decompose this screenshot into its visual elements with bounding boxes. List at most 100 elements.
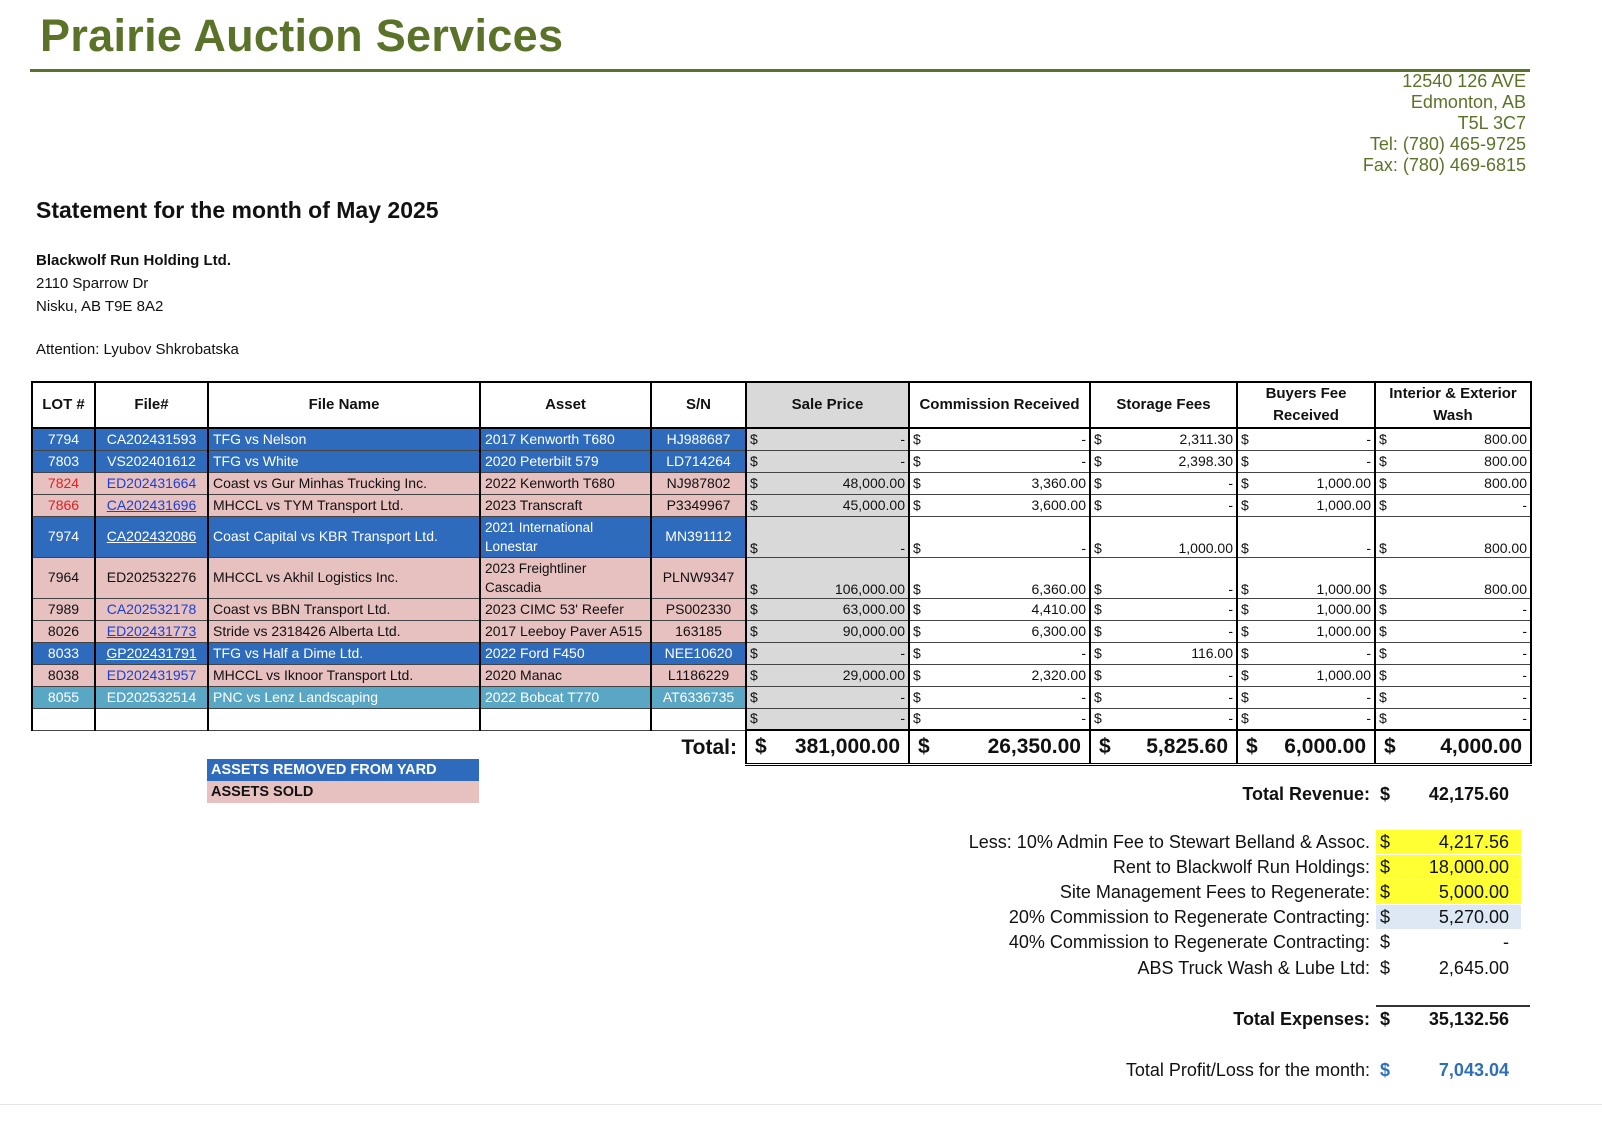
- expense-row: Rent to Blackwolf Run Holdings: $18,000.…: [900, 855, 1530, 879]
- total-expenses-amount: $35,132.56: [1376, 1007, 1521, 1031]
- currency-symbol: $: [913, 600, 921, 617]
- buyers-fee-cell: $1,000.00: [1236, 493, 1376, 517]
- profit-value: 7,043.04: [1438, 1060, 1509, 1080]
- currency-symbol: $: [1246, 735, 1258, 759]
- file-name-cell: MHCCL vs Iknoor Transport Ltd.: [207, 663, 481, 687]
- file-name-cell: TFG vs Half a Dime Ltd.: [207, 641, 481, 665]
- currency-symbol: $: [1379, 474, 1387, 491]
- wash-value: -: [1522, 666, 1527, 683]
- file-number-link[interactable]: CA202431696: [94, 493, 209, 517]
- storage-cell: $ -: [1089, 707, 1238, 731]
- expense-amount: $5,270.00: [1376, 905, 1521, 929]
- storage-value: 1,000.00: [1178, 539, 1234, 556]
- expense-row: Site Management Fees to Regenerate: $5,0…: [900, 880, 1530, 904]
- attention-line: Attention: Lyubov Shkrobatska: [36, 341, 239, 358]
- currency-symbol: $: [1241, 496, 1249, 513]
- lot-cell: 7824: [31, 471, 96, 495]
- wash-value: -: [1522, 644, 1527, 661]
- storage-cell: $ -: [1089, 663, 1238, 687]
- lot-cell: 7964: [31, 556, 96, 599]
- buyers-fee-cell: $ -: [1236, 641, 1376, 665]
- commission-value: 6,360.00: [1031, 580, 1087, 597]
- currency-symbol: $: [1379, 452, 1387, 469]
- expense-row: 40% Commission to Regenerate Contracting…: [900, 930, 1530, 954]
- file-number-link[interactable]: CA202432086: [94, 515, 209, 558]
- currency-symbol: $: [750, 580, 758, 597]
- commission-value: -: [1081, 539, 1086, 556]
- currency-symbol: $: [1241, 688, 1249, 705]
- table-row: 7803 VS202401612 TFG vs White 2020 Peter…: [31, 449, 1532, 473]
- buyers-fee-value: 1,000.00: [1316, 600, 1372, 617]
- legend-assets-removed: ASSETS REMOVED FROM YARD: [207, 759, 479, 781]
- commission-value: 6,300.00: [1031, 622, 1087, 639]
- total-revenue-value: 42,175.60: [1428, 784, 1509, 804]
- wash-cell: $800.00: [1374, 515, 1532, 558]
- file-name-cell: Stride vs 2318426 Alberta Ltd.: [207, 619, 481, 643]
- file-number-link[interactable]: ED202431773: [94, 619, 209, 643]
- wash-cell: $800.00: [1374, 471, 1532, 495]
- wash-value: -: [1522, 688, 1527, 705]
- file-name-cell: MHCCL vs Akhil Logistics Inc.: [207, 556, 481, 599]
- profit-amount: $7,043.04: [1376, 1058, 1521, 1082]
- buyers-fee-value: 1,000.00: [1316, 580, 1372, 597]
- file-number-cell: ED202431957: [94, 663, 209, 687]
- file-number-link[interactable]: GP202431791: [94, 641, 209, 665]
- asset-cell: [479, 707, 652, 731]
- client-street: 2110 Sparrow Dr: [36, 275, 149, 292]
- file-number-cell: ED202431664: [94, 471, 209, 495]
- buyers-fee-value: -: [1366, 452, 1371, 469]
- buyers-fee-cell: $ -: [1236, 707, 1376, 731]
- total-commission-value: 26,350.00: [987, 735, 1081, 759]
- table-row: 8038 ED202431957 MHCCL vs Iknoor Transpo…: [31, 663, 1532, 687]
- currency-symbol: $: [1380, 1009, 1391, 1029]
- file-name-cell: Coast vs BBN Transport Ltd.: [207, 597, 481, 621]
- buyers-fee-cell: $1,000.00: [1236, 597, 1376, 621]
- storage-value: -: [1228, 600, 1233, 617]
- sale-price-value: -: [900, 644, 905, 661]
- legend-assets-sold: ASSETS SOLD: [207, 781, 479, 803]
- asset-cell: 2017 Kenworth T680: [479, 427, 652, 451]
- currency-symbol: $: [913, 622, 921, 639]
- page-bottom-divider: [0, 1104, 1602, 1105]
- currency-symbol: $: [750, 644, 758, 661]
- serial-cell: P3349967: [650, 493, 747, 517]
- expense-label: ABS Truck Wash & Lube Ltd:: [1137, 958, 1370, 978]
- storage-cell: $ -: [1089, 685, 1238, 709]
- file-name-cell: PNC vs Lenz Landscaping: [207, 685, 481, 709]
- currency-symbol: $: [1379, 666, 1387, 683]
- file-name-cell: TFG vs White: [207, 449, 481, 473]
- wash-value: 800.00: [1484, 539, 1527, 556]
- commission-cell: $3,360.00: [908, 471, 1091, 495]
- currency-symbol: $: [750, 474, 758, 491]
- file-number-cell: ED202532276: [94, 556, 209, 599]
- buyers-fee-value: -: [1366, 644, 1371, 661]
- table-row: 7794 CA202431593 TFG vs Nelson 2017 Kenw…: [31, 427, 1532, 451]
- client-address-block: Blackwolf Run Holding Ltd. 2110 Sparrow …: [36, 249, 231, 318]
- expense-amount: $4,217.56: [1376, 830, 1521, 854]
- storage-cell: $ -: [1089, 493, 1238, 517]
- sale-price-cell: $106,000.00: [745, 556, 910, 599]
- asset-cell: 2021 International Lonestar: [479, 515, 652, 558]
- sale-price-value: 48,000.00: [842, 474, 905, 491]
- sale-price-cell: $45,000.00: [745, 493, 910, 517]
- currency-symbol: $: [1241, 666, 1249, 683]
- storage-cell: $ -: [1089, 597, 1238, 621]
- storage-value: -: [1228, 710, 1233, 727]
- commission-cell: $6,300.00: [908, 619, 1091, 643]
- commission-cell: $2,320.00: [908, 663, 1091, 687]
- table-header-row: LOT # File# File Name Asset S/N Sale Pri…: [31, 381, 1532, 429]
- buyers-fee-cell: $ -: [1236, 449, 1376, 473]
- buyers-fee-value: -: [1366, 688, 1371, 705]
- currency-symbol: $: [1099, 735, 1111, 759]
- asset-cell: 2020 Manac: [479, 663, 652, 687]
- currency-symbol: $: [913, 580, 921, 597]
- table-row: $ - $ - $ - $ - $ -: [31, 707, 1532, 731]
- currency-symbol: $: [1241, 539, 1249, 556]
- wash-value: 800.00: [1484, 474, 1527, 491]
- address-line-city: Edmonton, AB: [1410, 92, 1526, 112]
- asset-cell: 2023 Transcraft: [479, 493, 652, 517]
- serial-cell: AT6336735: [650, 685, 747, 709]
- currency-symbol: $: [1380, 882, 1391, 902]
- currency-symbol: $: [913, 644, 921, 661]
- buyers-fee-cell: $1,000.00: [1236, 556, 1376, 599]
